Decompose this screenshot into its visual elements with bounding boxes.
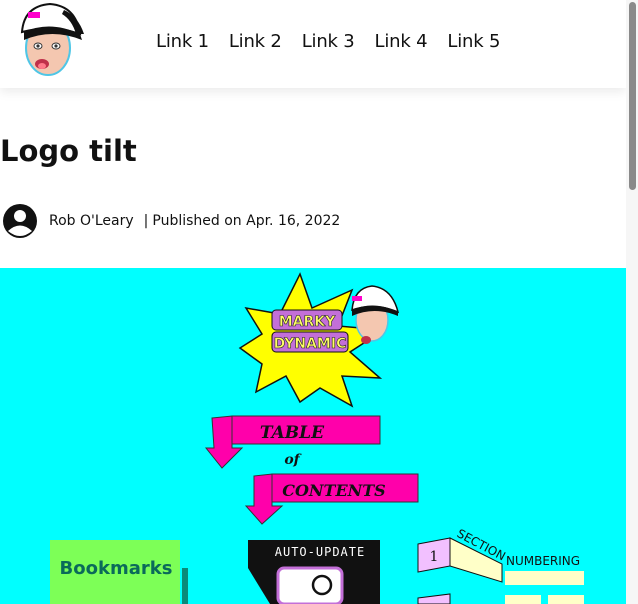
- nav-link-5[interactable]: Link 5: [447, 31, 500, 52]
- nav-link-3[interactable]: Link 3: [302, 31, 355, 52]
- toc-line-1: TABLE: [260, 423, 325, 443]
- auto-update-label: AUTO-UPDATE: [275, 545, 365, 559]
- nav-link-1[interactable]: Link 1: [156, 31, 209, 52]
- author-name[interactable]: Rob O'Leary: [49, 213, 134, 229]
- toc-arrow-bottom: CONTENTS: [244, 473, 419, 525]
- page-title: Logo tilt: [0, 134, 137, 168]
- byline: Rob O'Leary | Published on Apr. 16, 2022: [2, 203, 340, 239]
- byline-separator: |: [143, 213, 149, 229]
- user-avatar-icon: [3, 204, 37, 238]
- section-numbering-graphic: 1 SECTION NUMBERING: [417, 526, 584, 604]
- site-header: Link 1 Link 2 Link 3 Link 4 Link 5: [0, 0, 626, 88]
- main-nav: Link 1 Link 2 Link 3 Link 4 Link 5: [156, 31, 500, 52]
- scrollbar-thumb[interactable]: [629, 2, 636, 190]
- hero-illustration: MARKY DYNAMIC TABLE of CONTENTS Bookmark…: [50, 272, 584, 604]
- badge-line-1: MARKY: [279, 314, 336, 330]
- site-logo[interactable]: [14, 2, 86, 80]
- badge-line-2: DYNAMIC: [274, 336, 347, 352]
- section-number: 1: [430, 549, 439, 565]
- publish-date: Published on Apr. 16, 2022: [152, 213, 341, 229]
- hero-image: MARKY DYNAMIC TABLE of CONTENTS Bookmark…: [0, 268, 626, 604]
- bookmarks-label: Bookmarks: [60, 558, 173, 579]
- numbering-label: NUMBERING: [506, 554, 580, 568]
- nav-link-4[interactable]: Link 4: [375, 31, 428, 52]
- toc-of: of: [284, 452, 302, 468]
- toc-line-2: CONTENTS: [282, 481, 385, 500]
- nav-link-2[interactable]: Link 2: [229, 31, 282, 52]
